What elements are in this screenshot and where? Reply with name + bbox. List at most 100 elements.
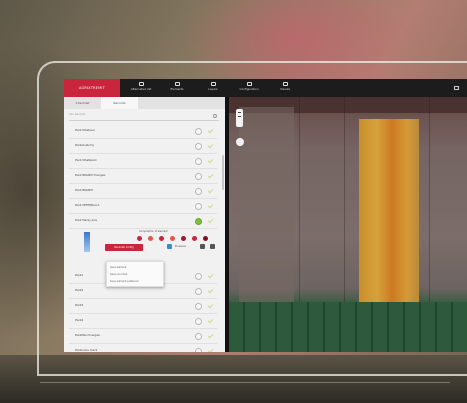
nav-item-elements[interactable]: Elements (162, 81, 192, 95)
check-icon (207, 127, 214, 134)
check-icon (207, 157, 214, 164)
laptop-screen: AGRIXTREMIT Alternative list Elements La… (64, 79, 467, 352)
list-item-label: Plantname check (75, 349, 98, 352)
square-icon[interactable] (200, 244, 205, 249)
list-item[interactable]: Plant3 (69, 299, 217, 314)
list-item[interactable]: Plant BRANCH Energies (69, 169, 217, 184)
list-item[interactable]: Plant BRANCH (69, 184, 217, 199)
panel-tabs: Checklist Records (64, 97, 225, 109)
list-item[interactable]: Plant/Anatomy (69, 139, 217, 154)
check-icon (207, 302, 214, 309)
zoom-icon (238, 112, 241, 117)
check-icon (207, 317, 214, 324)
checkbox-label: Eineanes (175, 245, 186, 248)
composition-title: Composition of element (139, 230, 168, 233)
compass-icon[interactable] (236, 138, 244, 146)
menu-icon[interactable] (454, 86, 459, 90)
top-navigation-bar: AGRIXTREMIT Alternative list Elements La… (64, 79, 467, 97)
toggle-circle[interactable] (195, 143, 202, 150)
records-panel: Checklist Records Cari Records Plant Wha… (64, 97, 225, 352)
nav-item-label: Elements (170, 87, 184, 91)
layers-icon (174, 82, 180, 86)
list-item-label: Plant4 (75, 319, 84, 322)
nav-item-label: Alternative list (130, 87, 152, 91)
nav-item-configuration[interactable]: Configuration (234, 81, 264, 95)
color-dot[interactable] (192, 236, 197, 241)
toggle-circle[interactable] (195, 288, 202, 295)
toggle-circle[interactable] (195, 188, 202, 195)
check-icon (207, 142, 214, 149)
list-item-label: Plant2 (75, 289, 84, 292)
config-dropdown-menu: Save element Save recorded Save element … (106, 261, 164, 287)
list-item-label: Plant BRANCH (75, 189, 94, 192)
list-item[interactable]: Plant Whatever (69, 124, 217, 139)
color-gradient-bar (84, 232, 90, 252)
square-icon[interactable] (210, 244, 215, 249)
toggle-circle[interactable] (195, 333, 202, 340)
nav-item-alternative-list[interactable]: Alternative list (126, 81, 156, 95)
toggle-circle[interactable] (195, 128, 202, 135)
list-item-label: Plant Whatsback (75, 159, 97, 162)
toggle-circle[interactable] (195, 173, 202, 180)
nav-item-layers[interactable]: Layers (198, 81, 228, 95)
toggle-circle[interactable] (195, 348, 202, 352)
folder-icon (210, 82, 216, 86)
recorder-config-button[interactable]: Recorder Config (105, 244, 143, 251)
color-dot[interactable] (148, 236, 153, 241)
color-dot[interactable] (170, 236, 175, 241)
list-item[interactable]: Plant Whatsback (69, 154, 217, 169)
list-item-label: PlantMain Energies (75, 334, 100, 337)
check-icon (207, 187, 214, 194)
search-placeholder: Cari Records (69, 113, 86, 116)
toggle-circle[interactable] (195, 203, 202, 210)
nav-item-label: Layers (208, 87, 218, 91)
list-item[interactable]: PlantMain Energies (69, 329, 217, 344)
toggle-circle[interactable] (195, 158, 202, 165)
list-item[interactable]: Plant DEFEMRanch (69, 199, 217, 214)
gear-icon (246, 82, 252, 86)
list-item-label: Plant Mainly plus (75, 219, 97, 222)
panel-scrollbar[interactable] (222, 155, 224, 190)
search-icon[interactable] (213, 114, 217, 118)
list-item-label: Plant1 (75, 274, 84, 277)
dropdown-item[interactable]: Save recorded (110, 273, 127, 276)
tab-records[interactable]: Records (101, 97, 138, 109)
home-icon (138, 82, 144, 86)
check-icon (207, 202, 214, 209)
list-item[interactable]: Plantname check (69, 344, 217, 352)
color-dot[interactable] (137, 236, 142, 241)
laptop-hinge-line (40, 382, 450, 383)
toggle-circle[interactable] (195, 303, 202, 310)
map-highlight-strip (359, 119, 419, 333)
check-icon (207, 287, 214, 294)
list-item[interactable]: Plant4 (69, 314, 217, 329)
brand-logo[interactable]: AGRIXTREMIT (64, 79, 120, 97)
color-dot[interactable] (203, 236, 208, 241)
list-item-label: Plant Whatever (75, 129, 95, 132)
check-icon (207, 217, 214, 224)
dropdown-item[interactable]: Save element (110, 266, 127, 269)
list-item-label: Plant BRANCH Energies (75, 174, 106, 177)
list-item-label: Plant/Anatomy (75, 144, 95, 147)
toggle-circle[interactable] (195, 273, 202, 280)
color-dot[interactable] (181, 236, 186, 241)
check-icon (207, 172, 214, 179)
toggle-circle[interactable] (195, 318, 202, 325)
check-icon (207, 347, 214, 352)
aerial-map-view[interactable] (229, 97, 467, 352)
nav-item-visuals[interactable]: Visuals (270, 81, 300, 95)
map-green-area (229, 302, 467, 352)
dropdown-item[interactable]: Save element preferred (110, 280, 138, 283)
checkbox[interactable] (167, 244, 172, 249)
toggle-circle-active[interactable] (195, 218, 202, 225)
nav-item-label: Visuals (280, 87, 290, 91)
check-icon (207, 332, 214, 339)
list-item[interactable]: Plant Mainly plus (69, 214, 217, 229)
color-dot[interactable] (159, 236, 164, 241)
check-icon (207, 272, 214, 279)
list-item-label: Plant3 (75, 304, 84, 307)
tab-checklist[interactable]: Checklist (64, 97, 101, 109)
search-input[interactable]: Cari Records (69, 113, 219, 121)
color-dots (137, 236, 217, 242)
zoom-control[interactable] (236, 109, 243, 127)
